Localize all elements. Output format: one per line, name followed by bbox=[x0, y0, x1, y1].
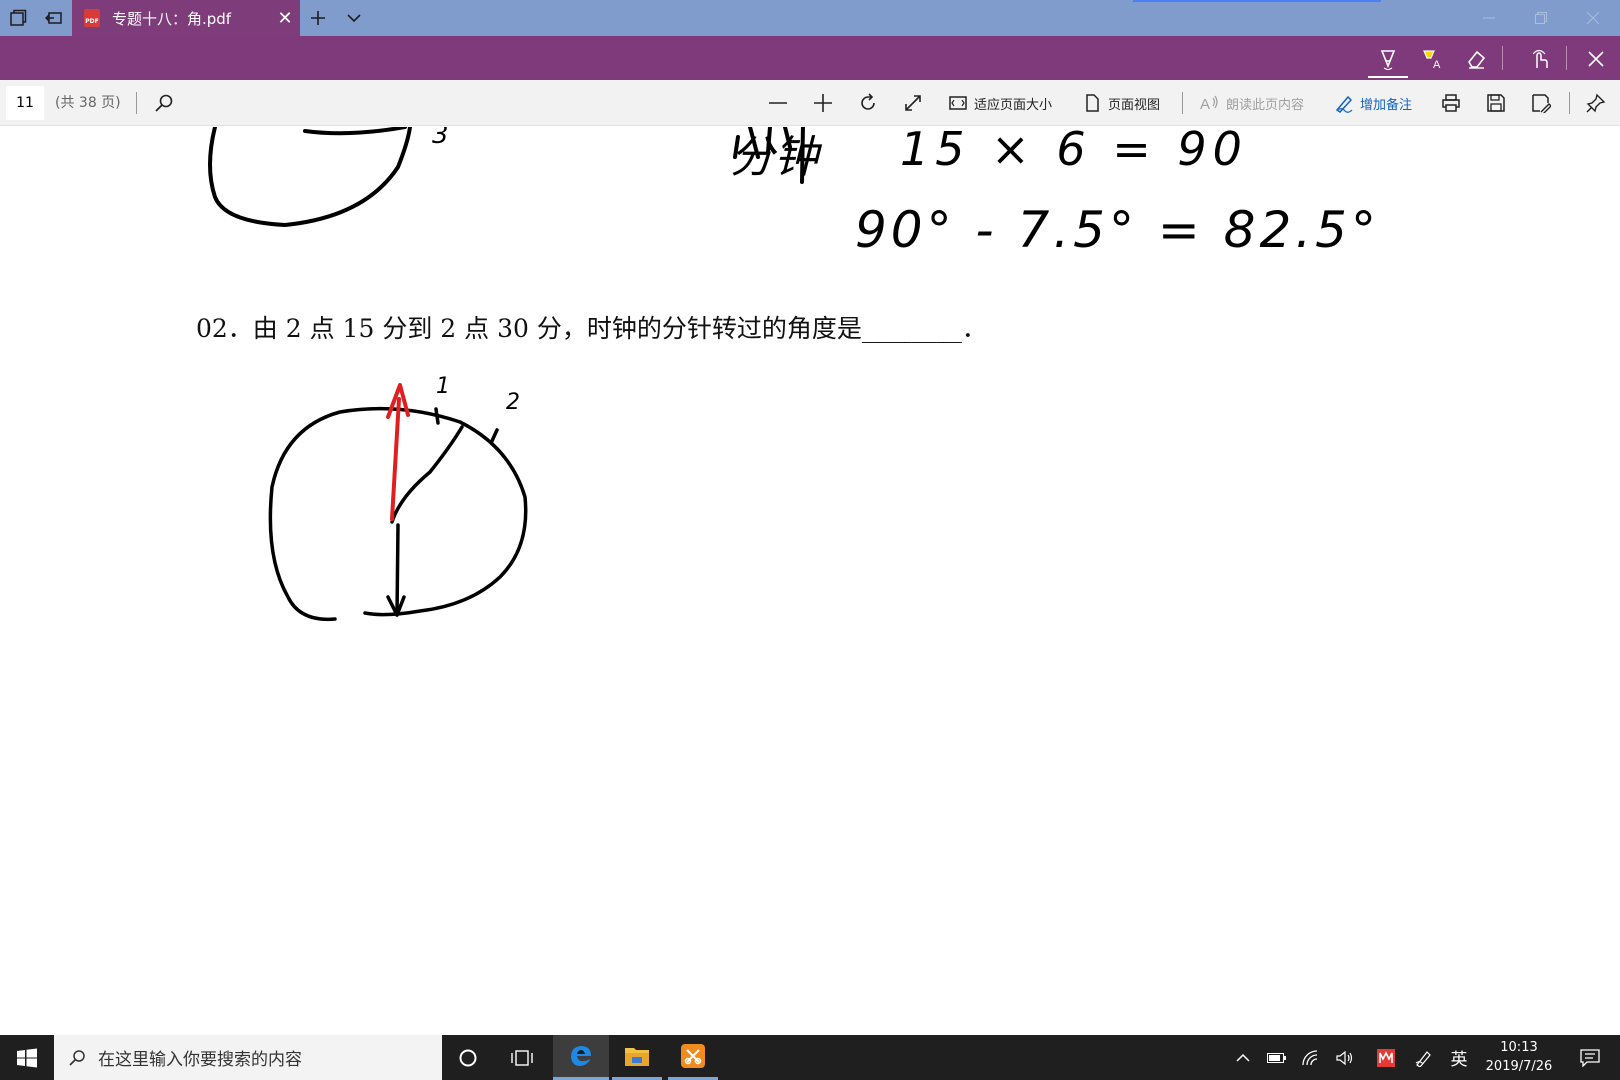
rotate-icon[interactable] bbox=[858, 88, 878, 118]
screen-recorder-app-icon[interactable] bbox=[668, 1035, 718, 1080]
page-view-button[interactable]: 页面视图 bbox=[1082, 88, 1160, 118]
page-view-icon bbox=[1086, 94, 1099, 112]
page-number-input[interactable]: 11 bbox=[6, 86, 44, 120]
fit-page-icon bbox=[949, 96, 967, 110]
save-as-icon[interactable] bbox=[1531, 88, 1551, 118]
toolbar-separator bbox=[1569, 92, 1570, 114]
cortana-icon[interactable] bbox=[444, 1035, 492, 1080]
read-aloud-icon: A bbox=[1200, 95, 1218, 113]
page-view-label: 页面视图 bbox=[1108, 97, 1161, 113]
read-aloud-label: 朗读此页内容 bbox=[1226, 97, 1305, 113]
highlighter-icon[interactable]: A bbox=[1414, 42, 1450, 76]
zoom-in-icon[interactable] bbox=[813, 88, 833, 118]
previous-clock-circle bbox=[208, 127, 412, 227]
clock-label-1: 1 bbox=[436, 374, 450, 399]
svg-text:A: A bbox=[1433, 59, 1441, 70]
new-tab-icon[interactable] bbox=[300, 0, 336, 36]
close-window-icon[interactable] bbox=[1568, 0, 1618, 36]
add-notes-pen-icon bbox=[1335, 95, 1353, 113]
pin-toolbar-icon[interactable] bbox=[1586, 88, 1606, 118]
touch-writing-icon[interactable] bbox=[1522, 42, 1558, 76]
toolbar-separator bbox=[136, 92, 137, 114]
tab-list-chevron-icon[interactable] bbox=[336, 0, 372, 36]
tabs-aside-icon[interactable] bbox=[0, 0, 36, 36]
save-icon[interactable] bbox=[1486, 88, 1506, 118]
file-explorer-icon[interactable] bbox=[612, 1035, 662, 1080]
system-clock[interactable]: 10:13 2019/7/26 bbox=[1474, 1038, 1564, 1076]
taskbar-search-input[interactable]: 在这里输入你要搜索的内容 bbox=[54, 1035, 442, 1080]
close-ink-toolbar-icon[interactable] bbox=[1578, 42, 1614, 76]
set-tabs-aside-icon[interactable] bbox=[36, 0, 72, 36]
recorder-tray-icon[interactable] bbox=[1371, 1035, 1401, 1080]
task-view-icon[interactable] bbox=[498, 1035, 546, 1080]
action-center-icon[interactable] bbox=[1570, 1035, 1610, 1080]
minute-hand-start bbox=[390, 425, 464, 524]
pdf-file-icon: PDF bbox=[84, 9, 100, 27]
question-02-text: 02．由 2 点 15 分到 2 点 30 分，时钟的分针转过的角度是_____… bbox=[196, 314, 987, 343]
pen-selected-indicator bbox=[1368, 76, 1408, 78]
handwritten-equation-2: 90° - 7.5° = 82.5° bbox=[855, 201, 1380, 259]
taskbar: 在这里输入你要搜索的内容 英 10:13 2019/7/26 bbox=[0, 1035, 1620, 1080]
title-bar-accent bbox=[1133, 0, 1381, 2]
full-screen-icon[interactable] bbox=[903, 88, 923, 118]
restore-icon[interactable] bbox=[1516, 0, 1566, 36]
zoom-out-icon[interactable] bbox=[768, 88, 788, 118]
clock-time: 10:13 bbox=[1500, 1040, 1538, 1055]
add-notes-label: 增加备注 bbox=[1360, 97, 1413, 113]
title-bar: PDF 专题十八：角.pdf ✕ bbox=[0, 0, 1620, 36]
page-total-label: (共 38 页) bbox=[55, 95, 121, 111]
ink-toolbar-separator bbox=[1566, 46, 1567, 70]
hour-hand-down bbox=[395, 523, 400, 617]
ink-toolbar: A bbox=[0, 36, 1620, 80]
pen-workspace-icon[interactable] bbox=[1409, 1035, 1439, 1080]
handwritten-label-minutes: 分钟 bbox=[730, 132, 818, 183]
minimize-icon[interactable] bbox=[1464, 0, 1514, 36]
clock-label-2: 2 bbox=[506, 390, 520, 415]
network-icon[interactable] bbox=[1296, 1035, 1326, 1080]
windows-start-icon[interactable] bbox=[0, 1035, 54, 1080]
handwritten-equation-1: 15 × 6 = 90 bbox=[900, 127, 1248, 176]
search-placeholder: 在这里输入你要搜索的内容 bbox=[98, 1050, 302, 1070]
svg-text:A: A bbox=[1200, 96, 1210, 113]
search-icon[interactable] bbox=[154, 88, 174, 118]
fit-page-button[interactable]: 适应页面大小 bbox=[948, 88, 1052, 118]
print-icon[interactable] bbox=[1441, 88, 1461, 118]
tab-title: 专题十八：角.pdf bbox=[112, 9, 232, 28]
search-icon bbox=[69, 1049, 85, 1066]
tick-mark-2 bbox=[490, 428, 499, 443]
previous-clock-number: 3 bbox=[432, 127, 449, 150]
volume-icon[interactable] bbox=[1330, 1035, 1360, 1080]
battery-icon[interactable] bbox=[1262, 1035, 1292, 1080]
read-aloud-button[interactable]: A 朗读此页内容 bbox=[1200, 88, 1304, 118]
eraser-icon[interactable] bbox=[1458, 42, 1494, 76]
show-hidden-icons-chevron[interactable] bbox=[1228, 1035, 1258, 1080]
tick-mark-1 bbox=[434, 407, 440, 425]
clock-date: 2019/7/26 bbox=[1485, 1059, 1553, 1074]
red-minute-hand bbox=[390, 397, 401, 521]
fit-page-label: 适应页面大小 bbox=[974, 97, 1053, 113]
ink-toolbar-separator bbox=[1502, 46, 1503, 70]
tab-pdf[interactable]: PDF 专题十八：角.pdf ✕ bbox=[72, 0, 300, 36]
previous-clock-hand bbox=[303, 127, 407, 136]
toolbar-separator bbox=[1182, 92, 1183, 114]
close-tab-icon[interactable]: ✕ bbox=[270, 8, 300, 29]
handwriting-layer: 3 15 × 6 = 90 90° - 7.5° = 82.5° 1 2 bbox=[208, 127, 1380, 622]
add-notes-button[interactable]: 增加备注 bbox=[1334, 88, 1412, 118]
edge-browser-icon[interactable] bbox=[553, 1035, 609, 1080]
pen-icon[interactable] bbox=[1370, 42, 1406, 76]
pdf-page[interactable]: 3 15 × 6 = 90 90° - 7.5° = 82.5° 1 2 02．… bbox=[0, 127, 1620, 1035]
pdf-toolbar: 11 (共 38 页) 适应页面大小 页面视图 A 朗读此页内容 增加备注 bbox=[0, 80, 1620, 126]
input-method-indicator[interactable]: 英 bbox=[1444, 1035, 1474, 1080]
